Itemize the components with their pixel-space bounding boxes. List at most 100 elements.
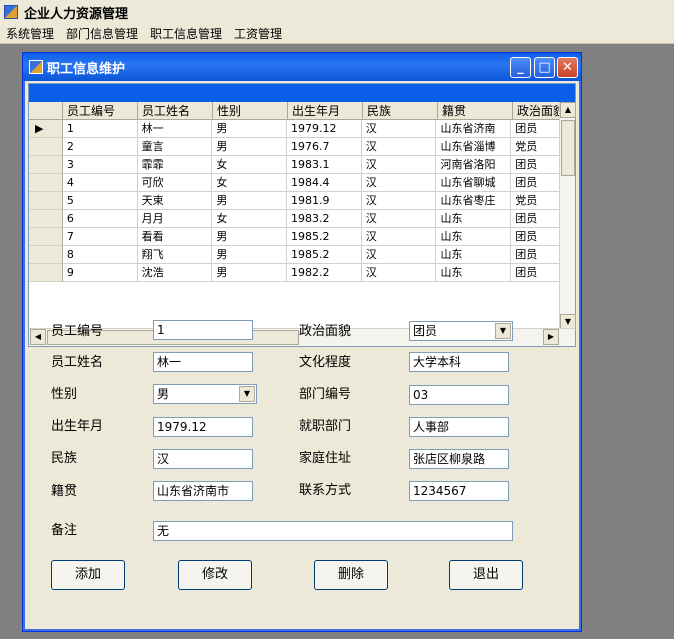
table-cell[interactable]: 1	[62, 120, 138, 138]
row-header[interactable]	[29, 174, 63, 192]
row-header[interactable]	[29, 156, 63, 174]
table-row[interactable]: ▶ 1 林一男 1979.12 汉山东省济南 团员	[29, 120, 563, 138]
origin-field[interactable]: 山东省济南市	[153, 481, 253, 501]
emp-name-field[interactable]: 林一	[153, 352, 253, 372]
table-cell[interactable]: 汉	[361, 156, 437, 174]
maximize-button[interactable]: □	[534, 57, 555, 78]
table-cell[interactable]: 女	[212, 156, 288, 174]
grid-column-header[interactable]: 出生年月	[288, 102, 363, 120]
ethnicity-field[interactable]: 汉	[153, 449, 253, 469]
grid-column-header[interactable]: 政治面貌	[513, 102, 565, 120]
table-cell[interactable]: 男	[212, 246, 288, 264]
scroll-up-icon[interactable]: ▲	[560, 102, 576, 118]
employee-grid[interactable]: 员工编号 员工姓名 性别 出生年月 民族 籍贯 政治面貌 ▶ 1 林一男 1979.12 汉山东省济…	[28, 83, 576, 347]
table-row[interactable]: 2 童言男 1976.7 汉山东省淄博 党员	[29, 138, 563, 156]
chevron-down-icon[interactable]: ▼	[239, 386, 255, 402]
table-cell[interactable]: 月月	[137, 210, 213, 228]
menu-salary[interactable]: 工资管理	[228, 24, 288, 44]
table-cell[interactable]: 1984.4	[287, 174, 362, 192]
table-cell[interactable]: 沈浩	[137, 264, 213, 282]
table-cell[interactable]: 团员	[511, 210, 563, 228]
row-header[interactable]	[29, 246, 63, 264]
table-cell[interactable]: 6	[62, 210, 138, 228]
table-cell[interactable]: 女	[212, 210, 288, 228]
scroll-left-icon[interactable]: ◀	[30, 329, 46, 345]
table-cell[interactable]: 汉	[361, 192, 437, 210]
table-row[interactable]: 9 沈浩男 1982.2 汉山东 团员	[29, 264, 563, 282]
table-cell[interactable]: 汉	[361, 264, 437, 282]
table-cell[interactable]: 山东省济南	[436, 120, 512, 138]
politics-select[interactable]: 团员 ▼	[409, 321, 513, 341]
table-cell[interactable]: 童言	[137, 138, 213, 156]
table-cell[interactable]: 汉	[361, 138, 437, 156]
table-cell[interactable]: 团员	[511, 264, 563, 282]
row-header[interactable]	[29, 210, 63, 228]
table-cell[interactable]: 男	[212, 120, 288, 138]
table-cell[interactable]: 汉	[361, 120, 437, 138]
add-button[interactable]: 添加	[51, 560, 125, 590]
edit-button[interactable]: 修改	[178, 560, 252, 590]
table-cell[interactable]: 团员	[511, 246, 563, 264]
table-cell[interactable]: 山东省淄博	[436, 138, 512, 156]
menu-system[interactable]: 系统管理	[0, 24, 60, 44]
table-cell[interactable]: 党员	[511, 192, 563, 210]
scroll-right-icon[interactable]: ▶	[543, 329, 559, 345]
grid-column-header[interactable]: 民族	[363, 102, 438, 120]
menu-employee[interactable]: 职工信息管理	[144, 24, 228, 44]
table-cell[interactable]: 女	[212, 174, 288, 192]
table-cell[interactable]: 河南省洛阳	[436, 156, 512, 174]
education-field[interactable]: 大学本科	[409, 352, 509, 372]
table-row[interactable]: 3 霏霏女 1983.1 汉河南省洛阳 团员	[29, 156, 563, 174]
grid-vertical-scrollbar[interactable]: ▲ ▼	[559, 102, 576, 330]
dept-id-field[interactable]: 03	[409, 385, 509, 405]
table-cell[interactable]: 1981.9	[287, 192, 362, 210]
row-header[interactable]	[29, 228, 63, 246]
remark-field[interactable]: 无	[153, 521, 513, 541]
table-cell[interactable]: 1976.7	[287, 138, 362, 156]
minimize-button[interactable]: _	[510, 57, 531, 78]
dept-field[interactable]: 人事部	[409, 417, 509, 437]
table-cell[interactable]: 1982.2	[287, 264, 362, 282]
table-cell[interactable]: 1985.2	[287, 246, 362, 264]
table-cell[interactable]: 山东省枣庄	[436, 192, 512, 210]
table-cell[interactable]: 男	[212, 228, 288, 246]
table-cell[interactable]: 汉	[361, 210, 437, 228]
table-cell[interactable]: 团员	[511, 174, 563, 192]
menu-department[interactable]: 部门信息管理	[60, 24, 144, 44]
table-cell[interactable]: 天束	[137, 192, 213, 210]
table-cell[interactable]: 男	[212, 138, 288, 156]
grid-column-header[interactable]: 员工姓名	[138, 102, 213, 120]
grid-column-header[interactable]: 员工编号	[63, 102, 138, 120]
table-row[interactable]: 4 可欣女 1984.4 汉山东省聊城 团员	[29, 174, 563, 192]
delete-button[interactable]: 删除	[314, 560, 388, 590]
table-cell[interactable]: 山东省聊城	[436, 174, 512, 192]
table-cell[interactable]: 林一	[137, 120, 213, 138]
table-cell[interactable]: 霏霏	[137, 156, 213, 174]
table-row[interactable]: 6 月月女 1983.2 汉山东 团员	[29, 210, 563, 228]
table-cell[interactable]: 1979.12	[287, 120, 362, 138]
address-field[interactable]: 张店区柳泉路	[409, 449, 509, 469]
table-cell[interactable]: 汉	[361, 174, 437, 192]
table-cell[interactable]: 看看	[137, 228, 213, 246]
table-cell[interactable]: 可欣	[137, 174, 213, 192]
row-header[interactable]	[29, 138, 63, 156]
row-header[interactable]	[29, 192, 63, 210]
table-cell[interactable]: 汉	[361, 246, 437, 264]
table-cell[interactable]: 3	[62, 156, 138, 174]
table-cell[interactable]: 山东	[436, 228, 512, 246]
table-row[interactable]: 7 看看男 1985.2 汉山东 团员	[29, 228, 563, 246]
table-cell[interactable]: 山东	[436, 210, 512, 228]
table-cell[interactable]: 团员	[511, 228, 563, 246]
row-header[interactable]: ▶	[29, 120, 63, 138]
table-cell[interactable]: 5	[62, 192, 138, 210]
chevron-down-icon[interactable]: ▼	[495, 323, 511, 339]
table-cell[interactable]: 4	[62, 174, 138, 192]
table-row[interactable]: 8 翔飞男 1985.2 汉山东 团员	[29, 246, 563, 264]
contact-field[interactable]: 1234567	[409, 481, 509, 501]
table-cell[interactable]: 男	[212, 264, 288, 282]
table-row[interactable]: 5 天束男 1981.9 汉山东省枣庄 党员	[29, 192, 563, 210]
table-cell[interactable]: 党员	[511, 138, 563, 156]
table-cell[interactable]: 9	[62, 264, 138, 282]
close-button[interactable]: ✕	[557, 57, 578, 78]
table-cell[interactable]: 8	[62, 246, 138, 264]
